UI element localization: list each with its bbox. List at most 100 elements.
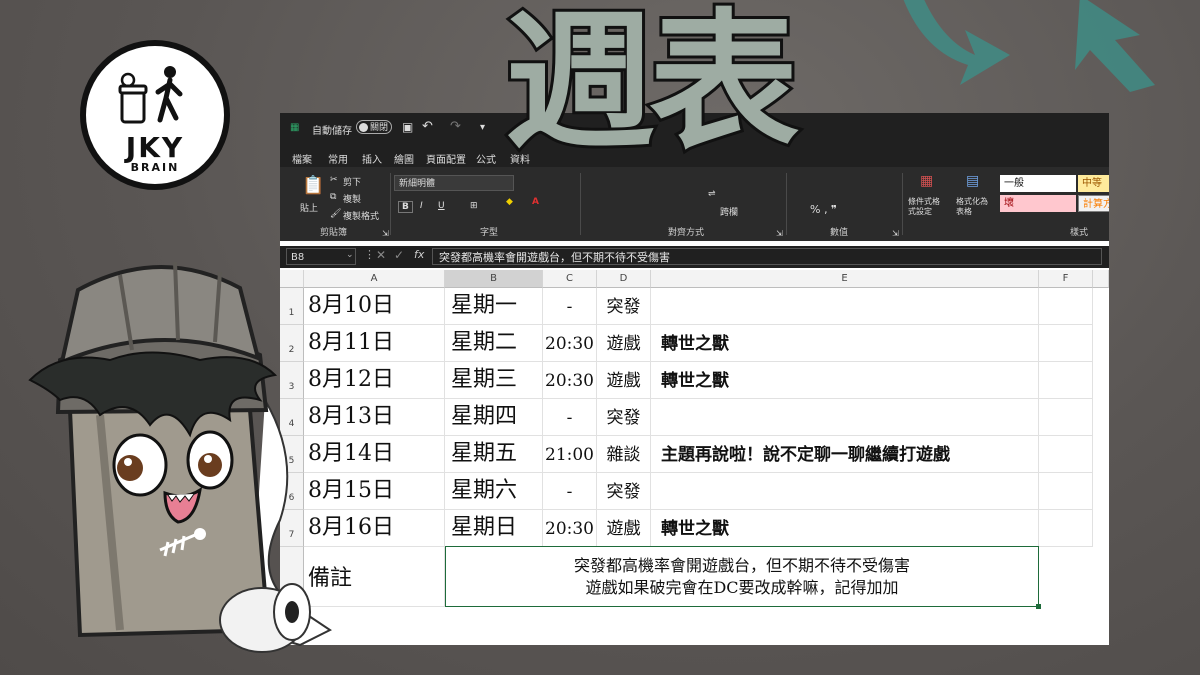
trashcan-walker-icon — [118, 66, 183, 124]
remark-line: 突發都高機率會開遊戲台，但不期不待不受傷害 — [573, 556, 910, 575]
more-icon: ⋮ — [364, 248, 375, 261]
borders-icon[interactable]: ⊞ — [470, 201, 478, 211]
ribbon-divider — [902, 173, 903, 235]
column-header-d[interactable]: D — [597, 270, 651, 288]
remark-line: 遊戲如果破完會在DC要改成幹嘛，記得加加 — [585, 578, 899, 597]
logo-text: JKY — [125, 131, 185, 164]
weekday-cell[interactable]: 星期三 — [445, 362, 543, 399]
autosave-toggle[interactable]: 關閉 — [356, 120, 392, 134]
formula-input[interactable]: 突發都高機率會開遊戲台，但不期不待不受傷害 — [432, 248, 1102, 265]
tab-draw[interactable]: 繪圖 — [394, 151, 414, 166]
type-cell[interactable]: 遊戲 — [597, 362, 651, 399]
weekday-cell[interactable]: 星期四 — [445, 399, 543, 436]
weekday-cell[interactable]: 星期一 — [445, 288, 543, 325]
copy-button[interactable]: 複製 — [343, 192, 361, 205]
weekday-cell[interactable]: 星期日 — [445, 510, 543, 547]
style-normal[interactable]: 一般 — [1000, 175, 1076, 192]
font-color-icon[interactable]: A — [532, 197, 539, 207]
save-icon[interactable]: ▣ — [402, 120, 413, 134]
redo-icon[interactable]: ↷ — [450, 119, 461, 134]
font-group-label: 字型 — [480, 228, 499, 238]
tab-file[interactable]: 檔案 — [292, 151, 312, 166]
conditional-format-button[interactable]: 條件式格式設定 — [908, 197, 944, 217]
cut-button[interactable]: 剪下 — [343, 175, 361, 188]
paste-icon[interactable]: 📋 — [302, 175, 324, 196]
trashcan-mascot — [28, 261, 332, 653]
weekday-cell[interactable]: 星期六 — [445, 473, 543, 510]
excel-app-icon: ▦ — [290, 122, 300, 133]
title-cell[interactable]: 轉世之獸 — [651, 362, 1039, 399]
wrap-text-icon[interactable]: ⇌ — [708, 189, 716, 199]
style-neutral[interactable]: 中等 — [1078, 175, 1109, 192]
enter-icon[interactable]: ✓ — [394, 248, 404, 262]
bold-button[interactable]: B — [398, 201, 413, 213]
title-cell[interactable] — [651, 399, 1039, 436]
ribbon-divider — [390, 173, 391, 235]
column-header-b[interactable]: B — [445, 270, 543, 288]
fill-color-icon[interactable]: ◆ — [506, 197, 513, 207]
empty-cell[interactable] — [1039, 325, 1093, 362]
column-header-e[interactable]: E — [651, 270, 1039, 288]
insert-function-icon[interactable]: fx — [414, 248, 424, 261]
excel-window: ▦ 自動儲存 關閉 ▣ ↶ ↷ ▾ 檔案 常用 插入 繪圖 頁面配置 公式 資料… — [280, 113, 1109, 645]
empty-cell[interactable] — [1039, 473, 1093, 510]
type-cell[interactable]: 突發 — [597, 288, 651, 325]
italic-button[interactable]: I — [420, 201, 423, 211]
clipboard-launcher-icon[interactable]: ⇲ — [382, 229, 389, 238]
time-cell[interactable]: 20:30 — [543, 510, 597, 547]
type-cell[interactable]: 突發 — [597, 399, 651, 436]
name-box-dropdown-icon[interactable]: ⌄ — [346, 250, 354, 260]
ribbon-divider — [580, 173, 581, 235]
time-cell[interactable]: 20:30 — [543, 325, 597, 362]
weekday-cell[interactable]: 星期五 — [445, 436, 543, 473]
empty-cell[interactable] — [1039, 510, 1093, 547]
style-calculation[interactable]: 計算方 — [1078, 195, 1109, 212]
remark-note-cell[interactable]: 突發都高機率會開遊戲台，但不期不待不受傷害 遊戲如果破完會在DC要改成幹嘛，記得… — [445, 546, 1039, 607]
type-cell[interactable]: 遊戲 — [597, 510, 651, 547]
time-cell[interactable]: 20:30 — [543, 362, 597, 399]
autosave-toggle-label: 關閉 — [369, 123, 388, 133]
time-cell[interactable]: - — [543, 399, 597, 436]
title-cell[interactable]: 轉世之獸 — [651, 325, 1039, 362]
toggle-knob-icon — [359, 123, 368, 132]
undo-icon[interactable]: ↶ — [422, 119, 433, 134]
weekday-cell[interactable]: 星期二 — [445, 325, 543, 362]
empty-cell[interactable] — [1039, 399, 1093, 436]
type-cell[interactable]: 雜談 — [597, 436, 651, 473]
fill-handle[interactable] — [1036, 604, 1041, 609]
format-as-table-button[interactable]: 格式化為表格 — [956, 197, 992, 217]
empty-cell[interactable] — [1039, 362, 1093, 399]
column-header-c[interactable]: C — [543, 270, 597, 288]
empty-cell[interactable] — [1039, 288, 1093, 325]
merge-center-button[interactable]: 跨欄 — [720, 205, 738, 218]
column-header-f[interactable]: F — [1039, 270, 1093, 288]
column-header-g[interactable] — [1093, 270, 1109, 288]
time-cell[interactable]: 21:00 — [543, 436, 597, 473]
customize-toolbar-icon[interactable]: ▾ — [480, 122, 485, 133]
number-launcher-icon[interactable]: ⇲ — [892, 229, 899, 238]
type-cell[interactable]: 遊戲 — [597, 325, 651, 362]
percent-button[interactable]: % ‚ ❞ — [810, 203, 837, 216]
paste-button[interactable]: 貼上 — [300, 201, 318, 214]
title-cell[interactable]: 轉世之獸 — [651, 510, 1039, 547]
title-cell[interactable]: 主題再說啦！說不定聊一聊繼續打遊戲 — [651, 436, 1039, 473]
cancel-icon[interactable]: ✕ — [376, 248, 386, 262]
underline-button[interactable]: U — [438, 201, 445, 211]
alignment-launcher-icon[interactable]: ⇲ — [776, 229, 783, 238]
style-bad[interactable]: 壞 — [1000, 195, 1076, 212]
time-cell[interactable]: - — [543, 288, 597, 325]
styles-group-label: 樣式 — [1070, 228, 1089, 238]
tab-page-layout[interactable]: 頁面配置 — [426, 151, 466, 166]
empty-cell[interactable] — [1039, 436, 1093, 473]
format-table-icon: ▤ — [966, 173, 980, 189]
conditional-format-icon: ▦ — [920, 173, 934, 189]
title-cell[interactable] — [651, 288, 1039, 325]
font-name-select[interactable]: 新細明體 — [394, 175, 514, 191]
ribbon-divider — [786, 173, 787, 235]
tab-insert[interactable]: 插入 — [362, 151, 382, 166]
tab-formulas[interactable]: 公式 — [476, 151, 496, 166]
time-cell[interactable]: - — [543, 473, 597, 510]
title-cell[interactable] — [651, 473, 1039, 510]
format-painter-button[interactable]: 複製格式 — [343, 209, 379, 222]
type-cell[interactable]: 突發 — [597, 473, 651, 510]
